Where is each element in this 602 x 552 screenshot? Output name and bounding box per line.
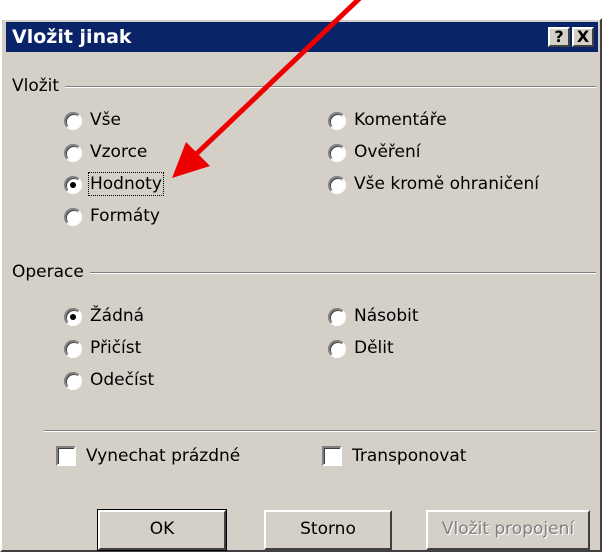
radio-label-add: Přičíst bbox=[90, 338, 142, 358]
cancel-button[interactable]: Storno bbox=[264, 510, 392, 550]
checkbox-box[interactable] bbox=[322, 446, 342, 466]
ok-button[interactable]: OK bbox=[97, 509, 227, 551]
radio-label-formats: Formáty bbox=[90, 206, 160, 226]
checkbox-label-transpose: Transponovat bbox=[352, 446, 467, 466]
radio-label-values: Hodnoty bbox=[88, 172, 164, 196]
radio-button[interactable] bbox=[328, 308, 346, 326]
radio-label-formulas: Vzorce bbox=[90, 142, 148, 162]
close-button[interactable]: X bbox=[572, 27, 594, 47]
checkbox-label-skip-blanks: Vynechat prázdné bbox=[86, 446, 241, 466]
radio-button[interactable] bbox=[328, 144, 346, 162]
paste-group-frame bbox=[12, 86, 596, 88]
radio-button[interactable] bbox=[328, 340, 346, 358]
radio-button[interactable] bbox=[64, 208, 82, 226]
radio-button[interactable] bbox=[328, 176, 346, 194]
operation-group-frame bbox=[12, 272, 596, 274]
operation-group-label: Operace bbox=[12, 262, 90, 282]
paste-special-dialog: Vložit jinak ? X Vložit Vše Vzorce Hodno… bbox=[0, 18, 602, 552]
help-button[interactable]: ? bbox=[548, 27, 570, 47]
separator-line bbox=[44, 430, 596, 432]
checkbox-box[interactable] bbox=[56, 446, 76, 466]
radio-button[interactable] bbox=[64, 144, 82, 162]
radio-dot-icon bbox=[70, 182, 76, 188]
radio-dot-icon bbox=[70, 314, 76, 320]
radio-button[interactable] bbox=[64, 112, 82, 130]
radio-button-selected[interactable] bbox=[64, 176, 82, 194]
radio-label-multiply: Násobit bbox=[354, 306, 419, 326]
radio-label-divide: Dělit bbox=[354, 338, 394, 358]
radio-button[interactable] bbox=[64, 340, 82, 358]
radio-button[interactable] bbox=[64, 372, 82, 390]
paste-link-button[interactable]: Vložit propojení bbox=[426, 510, 590, 550]
radio-label-subtract: Odečíst bbox=[90, 370, 155, 390]
radio-label-comments: Komentáře bbox=[354, 110, 447, 130]
title-bar[interactable]: Vložit jinak ? X bbox=[6, 22, 598, 52]
radio-label-none: Žádná bbox=[90, 306, 145, 326]
radio-label-all: Vše bbox=[90, 110, 121, 130]
paste-group-label: Vložit bbox=[12, 76, 66, 96]
radio-label-all-except-borders: Vše kromě ohraničení bbox=[354, 174, 540, 194]
dialog-title: Vložit jinak bbox=[12, 26, 132, 48]
radio-button-selected[interactable] bbox=[64, 308, 82, 326]
radio-label-validation: Ověření bbox=[354, 142, 421, 162]
radio-button[interactable] bbox=[328, 112, 346, 130]
